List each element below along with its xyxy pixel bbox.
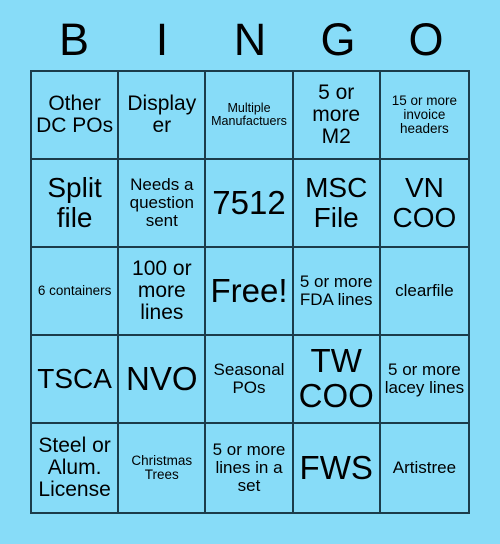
- bingo-cell-label: 5 or more lines in a set: [212, 439, 286, 495]
- bingo-cell[interactable]: FWS: [293, 424, 381, 512]
- bingo-card: B I N G O Other DC POs Displayer Multiple …: [0, 0, 500, 544]
- bingo-cell[interactable]: Steel or Alum. License: [32, 424, 120, 512]
- bingo-cell[interactable]: 5 or more lines in a set: [206, 424, 294, 512]
- bingo-cell-label: MSC File: [305, 172, 368, 233]
- bingo-cell-label: 6 containers: [37, 282, 112, 298]
- bingo-cell-label: Steel or Alum. License: [38, 433, 111, 502]
- bingo-cell-label: 5 or more FDA lines: [299, 271, 373, 309]
- bingo-cell-label: FWS: [299, 448, 373, 486]
- bingo-cell[interactable]: Needs a question sent: [119, 160, 207, 248]
- bingo-cell-label: VN COO: [392, 172, 457, 233]
- bingo-cell[interactable]: 5 or more lacey lines: [380, 336, 468, 424]
- bingo-cell[interactable]: NVO: [119, 336, 207, 424]
- bingo-cell-label: Displayer: [127, 91, 197, 137]
- bingo-cell[interactable]: 5 or more FDA lines: [293, 248, 381, 336]
- bingo-cell[interactable]: Christmas Trees: [119, 424, 207, 512]
- bingo-cell[interactable]: Artistree: [380, 424, 468, 512]
- bingo-cell-label: 7512: [212, 183, 286, 221]
- bingo-cell[interactable]: Other DC POs: [32, 72, 120, 160]
- bingo-cell-label: Christmas Trees: [131, 452, 193, 482]
- bingo-cell-label: Split file: [47, 172, 102, 233]
- bingo-cell-free[interactable]: Free!: [206, 248, 294, 336]
- bingo-header: B I N G O: [30, 8, 470, 70]
- bingo-cell-label: 100 or more lines: [132, 256, 192, 325]
- bingo-cell[interactable]: Multiple Manufactuers: [206, 72, 294, 160]
- bingo-cell[interactable]: 15 or more invoice headers: [380, 72, 468, 160]
- bingo-cell[interactable]: 5 or more M2: [293, 72, 381, 160]
- bingo-cell[interactable]: MSC File: [293, 160, 381, 248]
- bingo-cell-label: clearfile: [395, 280, 454, 300]
- bingo-grid: Other DC POs Displayer Multiple Manufactue…: [30, 70, 470, 514]
- header-letter-b: B: [58, 13, 89, 65]
- bingo-cell[interactable]: 100 or more lines: [119, 248, 207, 336]
- bingo-cell-label: Other DC POs: [36, 91, 114, 137]
- bingo-cell-label: Needs a question sent: [129, 174, 194, 230]
- header-letter-n: N: [233, 13, 267, 65]
- header-letter-o: O: [408, 13, 444, 65]
- bingo-cell[interactable]: clearfile: [380, 248, 468, 336]
- bingo-cell[interactable]: TSCA: [32, 336, 120, 424]
- bingo-cell[interactable]: Seasonal POs: [206, 336, 294, 424]
- bingo-cell-label: Multiple Manufactuers: [211, 100, 287, 128]
- bingo-cell[interactable]: TW COO: [293, 336, 381, 424]
- bingo-cell[interactable]: VN COO: [380, 160, 468, 248]
- bingo-cell-label: 5 or more M2: [312, 80, 361, 149]
- bingo-cell-label: Artistree: [392, 457, 457, 477]
- bingo-cell-label: 15 or more invoice headers: [391, 92, 458, 137]
- bingo-cell-label: Seasonal POs: [213, 359, 285, 397]
- header-letter-g: G: [320, 13, 356, 65]
- bingo-cell[interactable]: 6 containers: [32, 248, 120, 336]
- bingo-cell-label: TW COO: [298, 342, 374, 414]
- bingo-cell-label: Free!: [210, 271, 288, 309]
- bingo-cell[interactable]: Split file: [32, 160, 120, 248]
- bingo-cell-label: NVO: [126, 359, 198, 397]
- bingo-cell[interactable]: Displayer: [119, 72, 207, 160]
- bingo-cell-label: TSCA: [37, 363, 112, 395]
- bingo-cell-label: 5 or more lacey lines: [384, 359, 465, 397]
- header-letter-i: I: [155, 13, 169, 65]
- bingo-cell[interactable]: 7512: [206, 160, 294, 248]
